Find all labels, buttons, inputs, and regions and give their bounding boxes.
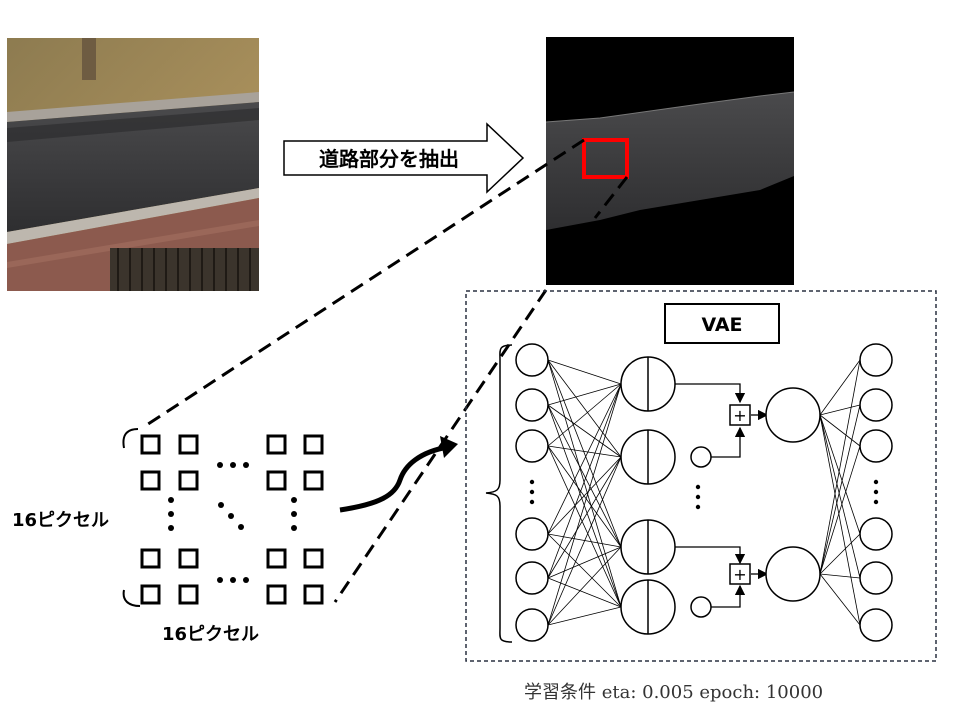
input-brace xyxy=(485,344,513,643)
output-node xyxy=(859,388,893,422)
plus-box: + xyxy=(729,563,751,585)
hidden-node xyxy=(620,519,676,575)
hidden-layer xyxy=(620,356,676,635)
input-ellipsis xyxy=(529,479,535,505)
diagram-canvas: 道路部分を抽出 16ピクセル 16ピクセル VAE + + 学習条件 eta: … xyxy=(0,0,960,720)
noise-node xyxy=(690,596,712,618)
output-node xyxy=(859,343,893,377)
encoder-edge xyxy=(547,404,622,608)
hidden-ellipsis xyxy=(695,484,701,510)
extract-arrow: 道路部分を抽出 xyxy=(283,122,525,194)
output-node xyxy=(859,429,893,463)
extract-arrow-label: 道路部分を抽出 xyxy=(319,147,459,171)
road-photo xyxy=(7,38,259,291)
decoder-edge xyxy=(819,414,861,535)
encoder-edge xyxy=(547,546,622,626)
pixel-label-left: 16ピクセル xyxy=(12,510,109,531)
encoder-edge xyxy=(547,383,622,447)
noise-node xyxy=(690,446,712,468)
latent-node xyxy=(765,546,821,602)
decoder-edge xyxy=(819,359,861,575)
input-node xyxy=(515,429,549,463)
output-node xyxy=(859,517,893,551)
output-ellipsis xyxy=(873,479,879,505)
encoder-edge xyxy=(547,606,622,626)
hidden-node xyxy=(620,429,676,485)
encoder-edge xyxy=(547,359,622,548)
encoder-edge xyxy=(547,359,622,458)
bracket-bottom-left xyxy=(122,589,141,607)
input-node xyxy=(515,561,549,595)
plus-symbol: + xyxy=(733,565,746,584)
hidden-node xyxy=(620,356,676,412)
input-node xyxy=(515,517,549,551)
diagram-svg: 道路部分を抽出 16ピクセル 16ピクセル VAE + + 学習条件 eta: … xyxy=(7,37,937,703)
output-node xyxy=(859,561,893,595)
pixel-patch: 16ピクセル 16ピクセル xyxy=(12,428,324,645)
encoder-edge xyxy=(547,383,622,535)
encoder-edge xyxy=(547,359,622,385)
encoder-edge xyxy=(547,445,622,458)
encoder-edge xyxy=(547,456,622,535)
reparam-wiring xyxy=(675,383,769,608)
input-node xyxy=(515,608,549,642)
plus-box: + xyxy=(729,404,751,426)
vae-label-box: VAE xyxy=(664,303,780,344)
decoder-edge xyxy=(819,573,861,579)
feed-arrow-head xyxy=(440,436,458,458)
vae-label: VAE xyxy=(701,314,742,336)
encoder-edge xyxy=(547,383,622,626)
latent-layer xyxy=(765,387,821,602)
output-node xyxy=(859,608,893,642)
pixel-label-bottom: 16ピクセル xyxy=(162,624,259,645)
hidden-node xyxy=(620,579,676,635)
decoder-edge xyxy=(819,573,861,626)
input-node xyxy=(515,343,549,377)
plus-symbol: + xyxy=(733,406,746,425)
encoder-connections xyxy=(547,359,622,626)
decoder-edge xyxy=(819,414,861,626)
training-conditions: 学習条件 eta: 0.005 epoch: 10000 xyxy=(524,682,823,703)
encoder-edge xyxy=(547,445,622,548)
noise-nodes xyxy=(690,446,712,618)
bracket-top-left xyxy=(122,428,139,449)
latent-node xyxy=(765,387,821,443)
input-node xyxy=(515,388,549,422)
encoder-edge xyxy=(547,546,622,579)
masked-road-image xyxy=(545,37,795,285)
decoder-connections xyxy=(819,359,861,626)
